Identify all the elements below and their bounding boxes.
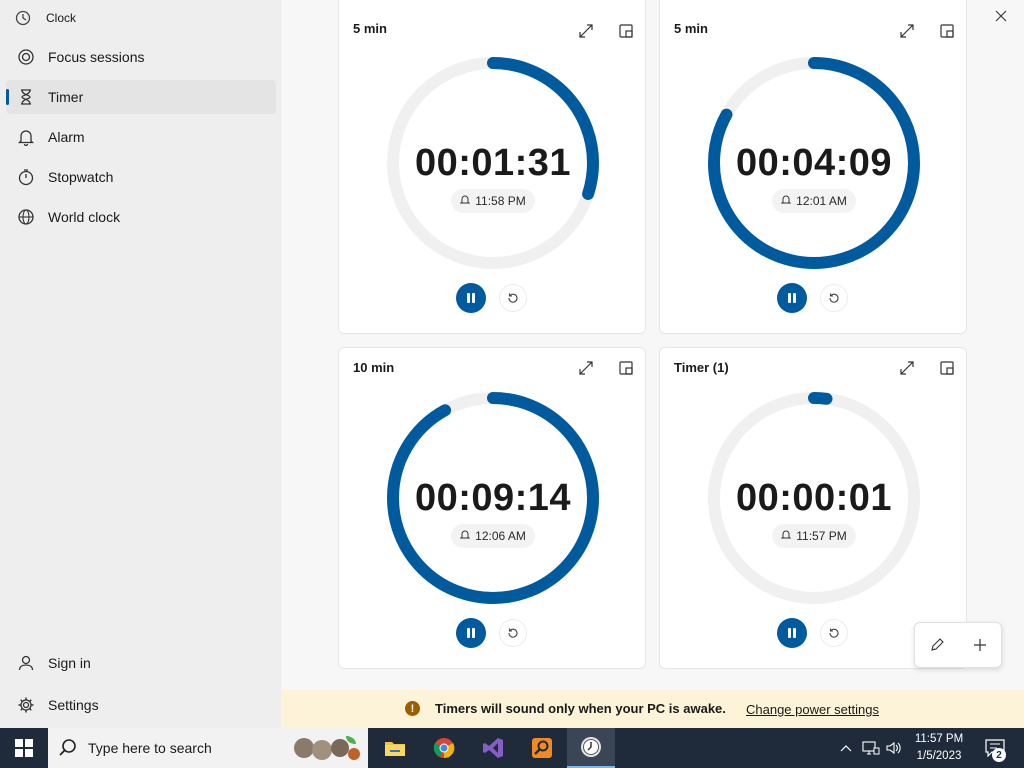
- bell-icon: [459, 529, 471, 543]
- sidebar: Clock Focus sessions Timer Alarm Stopwat…: [0, 0, 281, 728]
- keep-on-top-button[interactable]: [934, 19, 960, 43]
- clock-icon: [581, 737, 601, 757]
- timer-actions-bar: [914, 622, 1002, 668]
- search-icon: [58, 738, 78, 763]
- bell-icon: [460, 194, 471, 208]
- close-button[interactable]: [978, 0, 1024, 32]
- app-title-bar: Clock: [14, 8, 76, 28]
- sidebar-item-label: Focus sessions: [48, 49, 145, 65]
- settings-button[interactable]: Settings: [6, 688, 276, 722]
- expand-button[interactable]: [573, 356, 599, 380]
- taskbar-chrome[interactable]: [420, 728, 468, 768]
- person-icon: [16, 653, 36, 673]
- warning-icon: !: [405, 701, 420, 716]
- notification-count-badge: 2: [992, 748, 1006, 762]
- show-hidden-icons[interactable]: [836, 728, 856, 768]
- reset-button[interactable]: [499, 619, 527, 647]
- bell-icon: [16, 127, 36, 147]
- timer-card[interactable]: 10 min 00:09:14 12:06 AM: [338, 347, 646, 669]
- sidebar-item-timer[interactable]: Timer: [6, 80, 276, 114]
- timer-card[interactable]: 5 min 00:01:31 11:58 PM: [338, 0, 646, 334]
- end-time: 12:06 AM: [475, 529, 526, 543]
- add-timer-button[interactable]: [966, 631, 994, 659]
- sidebar-item-stopwatch[interactable]: Stopwatch: [6, 160, 276, 194]
- taskbar: Type here to search 11:57 PM 1/5/2023 2: [0, 728, 1024, 768]
- end-time: 11:57 PM: [796, 529, 847, 543]
- reset-button[interactable]: [820, 284, 848, 312]
- search-highlight-illustration-icon: [292, 730, 364, 768]
- remaining-time: 00:04:09: [735, 142, 893, 184]
- pause-button[interactable]: [777, 618, 807, 648]
- network-icon[interactable]: [860, 728, 882, 768]
- taskbar-search-app[interactable]: [518, 728, 566, 768]
- power-warning-banner: ! Timers will sound only when your PC is…: [281, 690, 1024, 728]
- stopwatch-icon: [16, 167, 36, 187]
- gear-icon: [16, 695, 36, 715]
- sidebar-item-label: Stopwatch: [48, 169, 114, 185]
- timer-title: Timer (1): [674, 360, 729, 375]
- bell-icon: [780, 194, 792, 208]
- taskbar-clock-app[interactable]: [567, 728, 615, 768]
- chrome-icon: [433, 738, 455, 759]
- end-time-badge: 12:06 AM: [451, 524, 535, 548]
- timer-title: 10 min: [353, 360, 395, 375]
- remaining-time: 00:01:31: [414, 142, 572, 184]
- sidebar-item-focus-sessions[interactable]: Focus sessions: [6, 40, 276, 74]
- taskbar-time: 11:57 PM: [914, 733, 964, 745]
- sidebar-item-world-clock[interactable]: World clock: [6, 200, 276, 234]
- start-button[interactable]: [0, 728, 48, 768]
- settings-label: Settings: [48, 697, 99, 713]
- end-time-badge: 11:58 PM: [451, 189, 535, 213]
- reset-button[interactable]: [820, 619, 848, 647]
- sidebar-item-label: World clock: [48, 209, 121, 225]
- timer-card[interactable]: Timer (1) 00:00:01 11:57 PM: [659, 347, 967, 669]
- end-time: 11:58 PM: [475, 194, 526, 208]
- remaining-time: 00:00:01: [735, 477, 893, 519]
- keep-on-top-button[interactable]: [613, 19, 639, 43]
- hourglass-icon: [16, 87, 36, 107]
- bell-icon: [781, 529, 792, 543]
- visual-studio-icon: [483, 738, 503, 758]
- sidebar-item-label: Timer: [48, 89, 84, 105]
- banner-message: Timers will sound only when your PC is a…: [435, 701, 726, 716]
- timer-title: 5 min: [353, 21, 387, 36]
- search-placeholder: Type here to search: [88, 740, 212, 756]
- remaining-time: 00:09:14: [414, 477, 572, 519]
- taskbar-visual-studio[interactable]: [469, 728, 517, 768]
- pause-button[interactable]: [456, 283, 486, 313]
- taskbar-clock[interactable]: 11:57 PM 1/5/2023: [898, 731, 980, 765]
- sidebar-item-alarm[interactable]: Alarm: [6, 120, 276, 154]
- sign-in-button[interactable]: Sign in: [6, 646, 276, 680]
- pause-button[interactable]: [777, 283, 807, 313]
- edit-timers-button[interactable]: [923, 631, 951, 659]
- taskbar-date: 1/5/2023: [916, 750, 962, 762]
- change-power-settings-link[interactable]: Change power settings: [746, 702, 879, 717]
- folder-icon: [385, 742, 405, 756]
- keep-on-top-button[interactable]: [934, 356, 960, 380]
- end-time-badge: 11:57 PM: [772, 524, 856, 548]
- end-time: 12:01 AM: [796, 194, 847, 208]
- action-center-button[interactable]: 2: [982, 728, 1008, 768]
- pause-button[interactable]: [456, 618, 486, 648]
- expand-button[interactable]: [894, 356, 920, 380]
- globe-icon: [16, 207, 36, 227]
- end-time-badge: 12:01 AM: [772, 189, 856, 213]
- timer-title: 5 min: [674, 21, 708, 36]
- taskbar-file-explorer[interactable]: [371, 728, 419, 768]
- magnifier-app-icon: [532, 738, 552, 758]
- keep-on-top-button[interactable]: [613, 356, 639, 380]
- taskbar-search-box[interactable]: Type here to search: [48, 728, 368, 768]
- timer-card[interactable]: 5 min 00:04:09 12:01 AM: [659, 0, 967, 334]
- expand-button[interactable]: [573, 19, 599, 43]
- app-title: Clock: [46, 11, 77, 25]
- reset-button[interactable]: [499, 284, 527, 312]
- expand-button[interactable]: [894, 19, 920, 43]
- timer-page: 5 min 00:01:31 11:58 PM 5 min 00:04:09 1…: [281, 0, 1024, 690]
- focus-icon: [16, 47, 36, 67]
- sidebar-item-label: Alarm: [48, 129, 85, 145]
- sign-in-label: Sign in: [48, 655, 91, 671]
- windows-logo-icon: [15, 739, 33, 757]
- clock-app-icon: [14, 9, 32, 27]
